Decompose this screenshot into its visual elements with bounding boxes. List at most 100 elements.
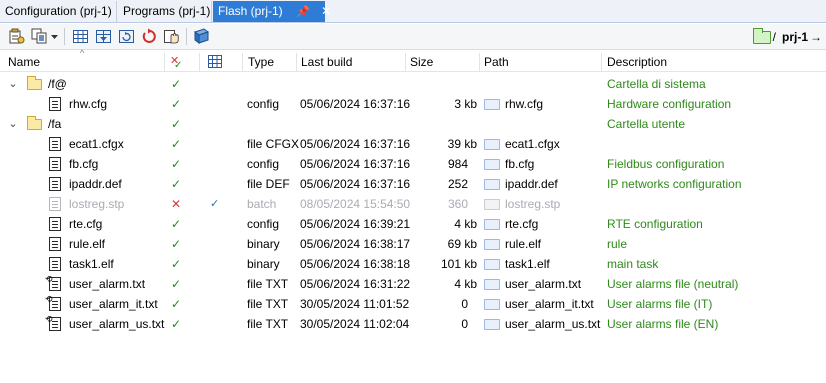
row-last-build: 05/06/2024 16:37:16 [300,137,411,151]
status-check-icon: ✓ [171,77,182,91]
tab-flash[interactable]: Flash (prj-1) 📌 ✕ [213,1,331,22]
refresh-icon[interactable] [118,28,135,45]
column-status[interactable]: ✕ ✓ [169,51,185,72]
column-path[interactable]: Path [484,51,509,72]
toolbar: / prj-1 → [0,24,826,50]
status-check-icon: ✓ [171,157,182,171]
row-last-build: 05/06/2024 16:39:21 [300,217,411,231]
row-description: User alarms file (neutral) [607,277,739,291]
file-icon: ⟲ [45,295,61,311]
column-name[interactable]: Name [8,51,40,72]
row-last-build: 30/05/2024 11:02:04 [300,317,410,331]
row-name: lostreg.stp [69,197,125,211]
column-type[interactable]: Type [248,51,274,72]
table-row[interactable]: fb.cfg ✓ config 05/06/2024 16:37:16 984 … [0,154,826,174]
properties-icon[interactable] [8,28,25,45]
arrow-right-icon: → [810,30,822,44]
table-row[interactable]: ⟲ user_alarm.txt ✓ file TXT 05/06/2024 1… [0,274,826,294]
file-icon [49,137,61,151]
status-check-icon: ✓ [171,237,182,251]
row-path: ipaddr.def [505,177,558,191]
row-name: /f@ [48,77,67,91]
column-size[interactable]: Size [410,51,433,72]
file-icon [49,197,61,211]
path-folder-icon [484,239,500,250]
row-size: 69 kb [447,237,477,251]
copy-icon[interactable] [31,28,48,45]
status-check-icon: ✓ [171,97,182,111]
path-folder-icon [484,219,500,230]
row-path: user_alarm_us.txt [505,317,601,331]
row-path: user_alarm.txt [505,277,582,291]
dropdown-arrow-icon[interactable] [50,28,59,45]
row-path: lostreg.stp [505,197,561,211]
column-last-build[interactable]: Last build [301,51,352,72]
folder-row[interactable]: ⌄ /f@ ✓ Cartella di sistema [0,74,826,94]
row-name: rule.elf [69,237,106,251]
hand-icon[interactable] [163,28,180,45]
sync-grid-icon [208,55,222,68]
table-row[interactable]: ecat1.cfgx ✓ file CFGX 05/06/2024 16:37:… [0,134,826,154]
status-error-icon: ✕ [171,197,182,211]
row-size: 984 [447,157,468,171]
row-description: IP networks configuration [607,177,742,191]
row-last-build: 05/06/2024 16:38:17 [300,237,411,251]
grid-icon[interactable] [72,28,89,45]
row-type: config [247,157,280,171]
row-size: 360 [447,197,468,211]
file-icon [49,217,61,231]
row-description: main task [607,257,659,271]
table-row[interactable]: rule.elf ✓ binary 05/06/2024 16:38:17 69… [0,234,826,254]
row-name: rhw.cfg [69,97,108,111]
book-icon[interactable] [193,28,210,45]
row-size: 101 kb [440,257,477,271]
alarm-badge-icon: ⟲ [45,274,53,284]
path-folder-icon [484,279,500,290]
tab-configuration[interactable]: Configuration (prj-1) [0,1,117,22]
path-folder-icon [484,179,500,190]
tab-flash-label: Flash (prj-1) [218,4,283,18]
row-type: binary [247,257,280,271]
folder-icon [27,76,42,90]
project-label: prj-1 [781,30,808,44]
table-row[interactable]: ipaddr.def ✓ file DEF 05/06/2024 16:37:1… [0,174,826,194]
tab-programs[interactable]: Programs (prj-1) [118,1,212,22]
status-check-icon: ✓ [171,117,182,131]
row-last-build: 05/06/2024 16:38:18 [300,257,411,271]
table-row[interactable]: task1.elf ✓ binary 05/06/2024 16:38:18 1… [0,254,826,274]
status-check-icon: ✓ [171,257,182,271]
reset-icon[interactable] [141,28,158,45]
file-icon [49,157,61,171]
row-name: /fa [48,117,62,131]
row-description: Cartella utente [607,117,686,131]
close-icon[interactable]: ✕ [321,1,331,21]
table-row[interactable]: lostreg.stp ✕ ✓ batch 08/05/2024 15:54:5… [0,194,826,214]
row-name: rte.cfg [69,217,103,231]
path-folder-icon [484,199,500,210]
alarm-badge-icon: ⟲ [45,314,53,324]
row-path: rule.elf [505,237,542,251]
project-selector[interactable]: / prj-1 → [752,27,822,46]
column-sync[interactable] [206,51,226,72]
pin-icon[interactable]: 📌 [296,2,310,22]
row-description: User alarms file (IT) [607,297,713,311]
folder-row[interactable]: ⌄ /fa ✓ Cartella utente [0,114,826,134]
row-last-build: 30/05/2024 11:01:52 [300,297,410,311]
row-name: fb.cfg [69,157,99,171]
row-last-build: 05/06/2024 16:37:16 [300,177,411,191]
table-row[interactable]: rte.cfg ✓ config 05/06/2024 16:39:21 4 k… [0,214,826,234]
table-row[interactable]: ⟲ user_alarm_it.txt ✓ file TXT 30/05/202… [0,294,826,314]
status-check-icon: ✓ [171,277,182,291]
row-last-build: 08/05/2024 15:54:50 [300,197,411,211]
status-check-icon: ✓ [171,317,182,331]
row-path: rhw.cfg [505,97,544,111]
chevron-down-icon[interactable]: ⌄ [7,74,19,94]
table-row[interactable]: ⟲ user_alarm_us.txt ✓ file TXT 30/05/202… [0,314,826,334]
chevron-down-icon[interactable]: ⌄ [7,114,19,134]
table-row[interactable]: rhw.cfg ✓ config 05/06/2024 16:37:16 3 k… [0,94,826,114]
path-folder-icon [484,259,500,270]
path-folder-icon [484,159,500,170]
column-description[interactable]: Description [607,51,667,72]
grid-download-icon[interactable] [95,28,112,45]
sync-check-icon: ✓ [210,198,220,210]
